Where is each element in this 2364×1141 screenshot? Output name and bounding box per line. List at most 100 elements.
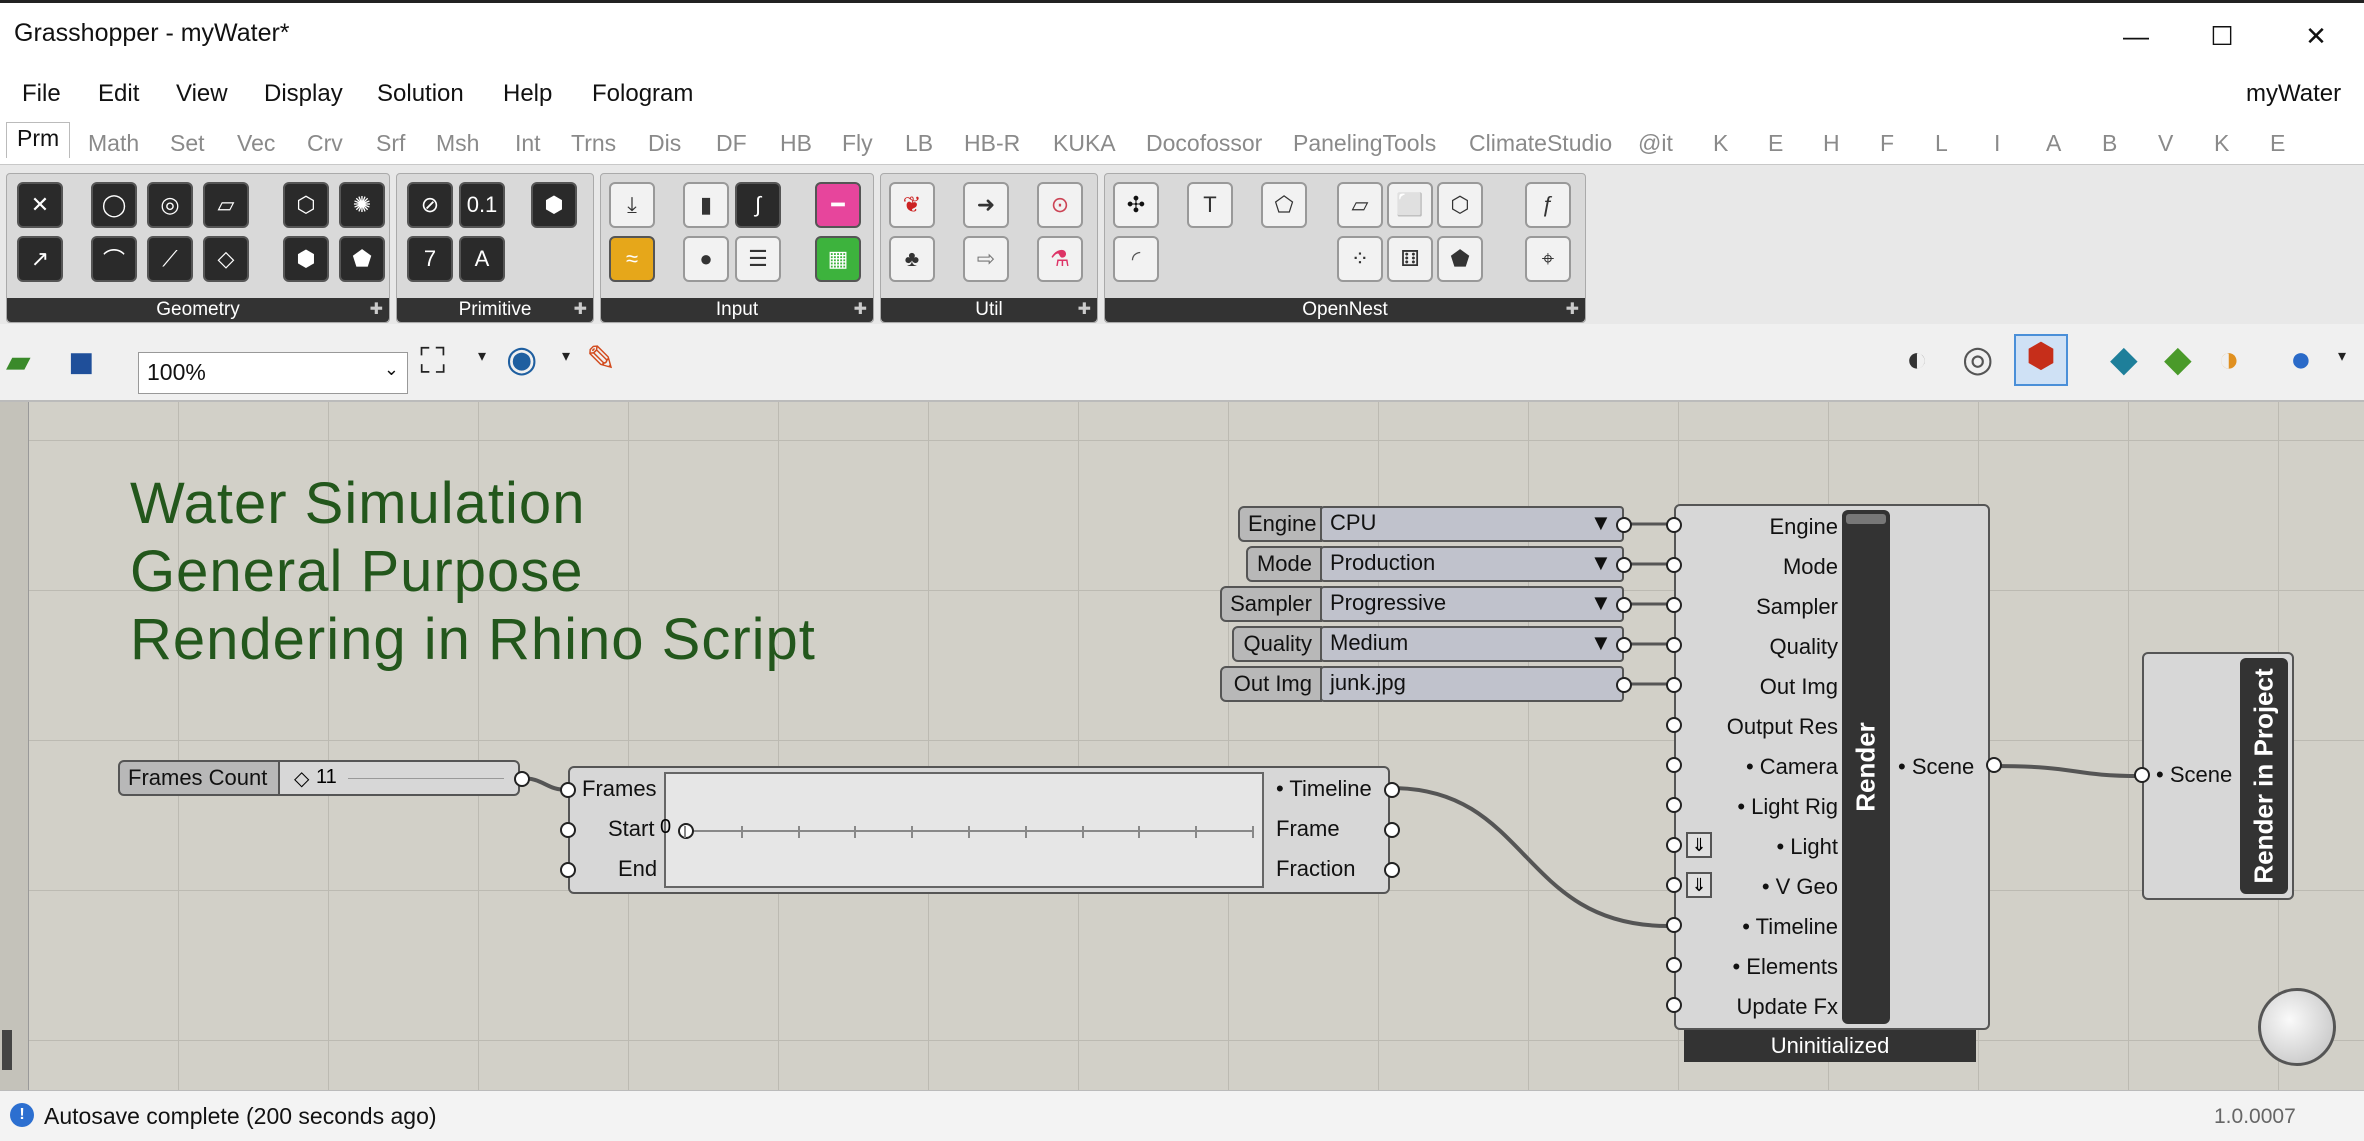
output-port[interactable] [1384,862,1400,878]
dropdown-triangle-icon[interactable]: ▼ [1590,590,1612,616]
version-label: 1.0.0007 [2214,1105,2296,1128]
input-end: End [618,856,658,881]
input-mode: Mode [1782,554,1838,579]
slider-grip-icon[interactable]: ◇ [294,766,309,791]
input-port[interactable] [1666,757,1682,773]
frames-count-slider[interactable]: Frames Count ◇ 11 [118,760,520,796]
output-fraction: Fraction [1276,856,1356,881]
timeline-tick [1252,826,1254,838]
panel-value[interactable]: junk.jpg [1320,666,1624,702]
timeline-tick [854,826,857,838]
render-component[interactable]: Engine Mode Sampler Quality Out Img Outp… [1674,504,1990,1030]
input-quality: Quality [1769,634,1838,659]
output-port[interactable] [1616,557,1632,573]
input-port[interactable] [560,822,576,838]
output-port[interactable] [1616,677,1632,693]
timeline-tick [968,826,970,838]
output-port[interactable] [1384,822,1400,838]
input-port[interactable] [1666,797,1682,813]
slider-track[interactable]: ◇ 11 [278,760,520,796]
wire-timeline [1391,786,1669,928]
output-port[interactable] [514,771,530,787]
info-icon: ! [10,1103,34,1127]
value-list-value: Medium [1320,626,1624,662]
slider-name: Frames Count [118,760,280,796]
value-list-name: Engine [1238,506,1322,542]
start-value: 0 [660,816,672,838]
input-port[interactable] [1666,557,1682,573]
timeline-rail [678,823,1254,839]
input-port[interactable] [1666,597,1682,613]
value-list-sampler[interactable]: Sampler Progressive ▼ [1220,586,1624,622]
input-port[interactable] [1666,677,1682,693]
input-port[interactable] [1666,917,1682,933]
output-port[interactable] [1616,597,1632,613]
input-output-res: Output Res [1726,714,1838,739]
wires-layer [519,522,2141,928]
value-list-value: CPU [1320,506,1624,542]
value-list-name: Quality [1232,626,1322,662]
input-port[interactable] [1666,637,1682,653]
timeline-tick [1195,826,1198,838]
input-port[interactable] [1666,997,1682,1013]
timeline-tick [911,826,914,838]
output-port[interactable] [1986,757,2002,773]
value-list-engine[interactable]: Engine CPU ▼ [1238,506,1624,542]
slider-value: 11 [316,766,337,788]
timeline-tick [1081,826,1084,838]
navigation-compass[interactable] [2258,988,2336,1066]
render-name: Render [1850,722,1881,812]
input-frames: Frames [582,776,657,801]
timeline-track[interactable]: 0 [660,772,1264,888]
value-list-name: Sampler [1220,586,1322,622]
input-v-geo: • V Geo [1761,874,1838,899]
timeline-tick [1024,826,1027,838]
dropdown-triangle-icon[interactable]: ▼ [1590,630,1612,656]
timeline-tick [797,826,800,838]
input-light-rig: • Light Rig [1737,794,1838,819]
value-list-quality[interactable]: Quality Medium ▼ [1232,626,1624,662]
panel-name: Out Img [1220,666,1322,702]
input-engine: Engine [1769,514,1838,539]
input-out-img: Out Img [1759,674,1838,699]
graft-arrow-icon[interactable]: ⇓ [1686,832,1712,858]
output-scene: • Scene [1898,754,1975,779]
input-port[interactable] [1666,957,1682,973]
timeline-component[interactable]: Frames Start End 0 • Timeline Frame Frac… [568,766,1390,894]
output-port[interactable] [1384,782,1400,798]
input-port[interactable] [1666,837,1682,853]
value-list-value: Production [1320,546,1624,582]
value-list-mode[interactable]: Mode Production ▼ [1246,546,1624,582]
timeline-tick [1138,826,1141,838]
status-message: Autosave complete (200 seconds ago) [44,1103,437,1129]
render-in-project-component[interactable]: • Scene Render in Project [2142,652,2294,900]
status-bar: ! Autosave complete (200 seconds ago) 1.… [0,1090,2364,1141]
input-camera: • Camera [1745,754,1838,779]
input-start: Start [608,816,655,841]
dropdown-triangle-icon[interactable]: ▼ [1590,550,1612,576]
graft-arrow-icon[interactable]: ⇓ [1686,872,1712,898]
output-port[interactable] [1616,517,1632,533]
input-port[interactable] [1666,517,1682,533]
wire-scene [1993,764,2141,778]
output-port[interactable] [1616,637,1632,653]
render-name-bar: Render [1842,510,1890,1024]
panel-out-img[interactable]: Out Img junk.jpg [1220,666,1624,702]
dropdown-triangle-icon[interactable]: ▼ [1590,510,1612,536]
timeline-handle[interactable] [678,823,694,839]
input-timeline: • Timeline [1742,914,1838,939]
input-port[interactable] [560,862,576,878]
output-frame: Frame [1276,816,1340,841]
input-port[interactable] [1666,717,1682,733]
timeline-tick [684,826,686,838]
render-status-bar: Uninitialized [1684,1030,1976,1062]
value-list-name: Mode [1246,546,1322,582]
input-sampler: Sampler [1756,594,1838,619]
input-light: • Light [1776,834,1838,859]
input-update-fx: Update Fx [1736,994,1839,1019]
slider-rail [348,778,504,779]
input-port[interactable] [560,782,576,798]
render-in-project-name-bar: Render in Project [2240,658,2288,894]
input-port[interactable] [1666,877,1682,893]
input-port[interactable] [2134,767,2150,783]
